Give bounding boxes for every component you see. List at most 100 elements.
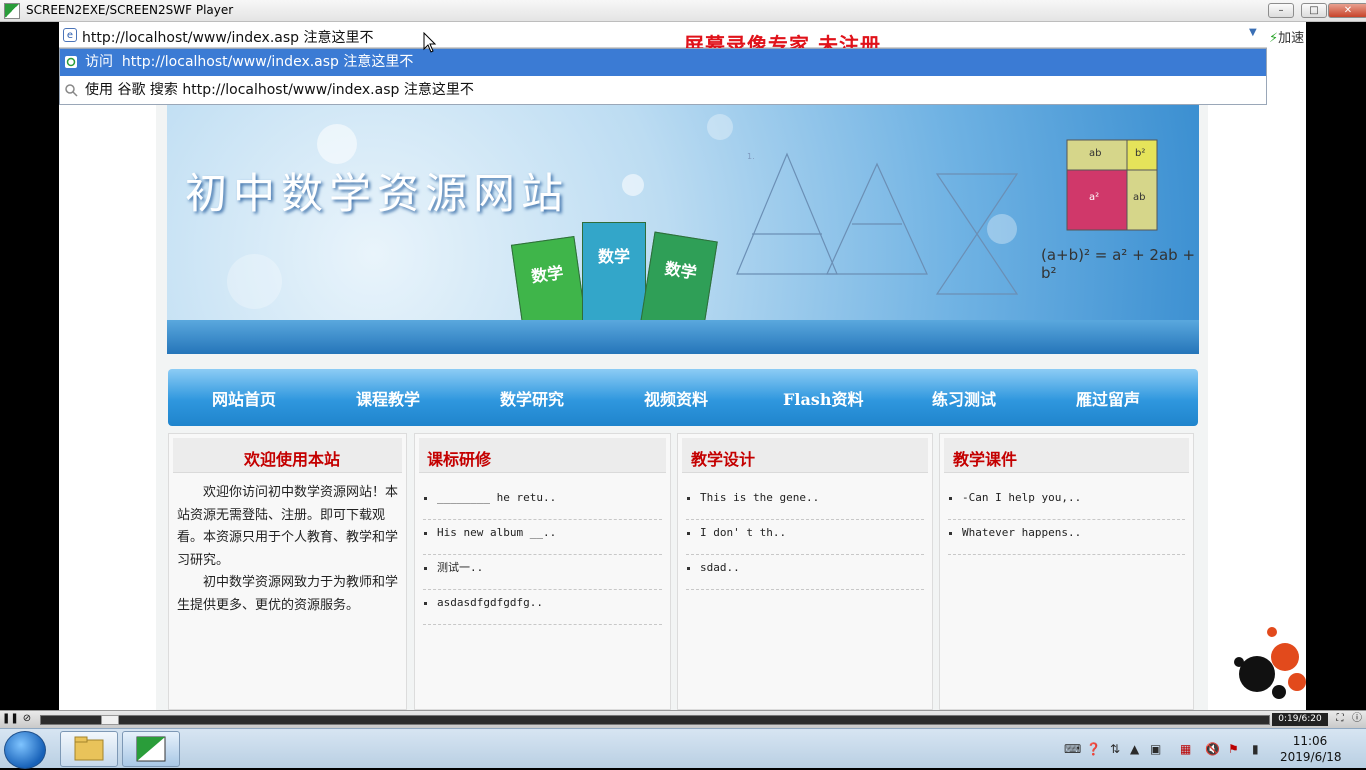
search-icon — [65, 84, 78, 97]
address-suggestions: 访问 http://localhost/www/index.asp 注意这里不 … — [59, 48, 1267, 105]
close-button[interactable]: ✕ — [1328, 3, 1366, 18]
ink-splat-decoration — [1234, 627, 1306, 699]
window-titlebar: SCREEN2EXE/SCREEN2SWF Player – □ ✕ — [0, 0, 1366, 22]
nav-flash[interactable]: Flash资料 — [783, 386, 863, 410]
list-item[interactable]: 测试一.. — [423, 556, 662, 590]
nav-guestbook[interactable]: 雁过留声 — [1076, 386, 1140, 410]
article-list: -Can I help you,.. Whatever happens.. — [948, 486, 1185, 556]
seek-thumb[interactable] — [101, 715, 119, 725]
nav-practice[interactable]: 练习测试 — [932, 386, 996, 410]
info-icon[interactable]: ⓘ — [1350, 712, 1364, 726]
screen2swf-icon — [136, 736, 166, 762]
list-item[interactable]: asdasdfgdfgdfg.. — [423, 591, 662, 625]
panel-title: 教学设计 — [691, 450, 756, 469]
chevron-down-icon[interactable]: ▼ — [1249, 27, 1263, 43]
welcome-paragraph: 欢迎你访问初中数学资源网站！本站资源无需登陆、注册。即可下载观看。本资源只用于个… — [177, 485, 399, 568]
start-button[interactable] — [4, 731, 46, 769]
design-panel: 教学设计 This is the gene.. I don' t th.. sd… — [677, 433, 933, 710]
banner-strip — [167, 320, 1199, 354]
nav-research[interactable]: 数学研究 — [500, 386, 564, 410]
panel-header: 课标研修 — [419, 438, 666, 473]
site-title: 初中数学资源网站 — [185, 169, 570, 218]
suggestion-prefix: 访问 — [85, 54, 113, 70]
article-list: This is the gene.. I don' t th.. sdad.. — [686, 486, 924, 591]
nav-home[interactable]: 网站首页 — [212, 386, 276, 410]
panel-header: 教学设计 — [682, 438, 928, 473]
seek-bar[interactable] — [40, 715, 1270, 725]
panel-title: 教学课件 — [953, 450, 1018, 469]
window-title: SCREEN2EXE/SCREEN2SWF Player — [26, 3, 234, 17]
taskbar: ⌨ ❓ ⇅ ▲ ▣ ▦ 🔇 ⚑ ▮ 11:06 2019/6/18 — [0, 728, 1366, 769]
playback-time: 0:19/6:20 — [1272, 713, 1328, 726]
nav-video[interactable]: 视频资料 — [644, 386, 708, 410]
maximize-button[interactable]: □ — [1301, 3, 1327, 18]
suggestion-url: http://localhost/www/index.asp 注意这里不 — [121, 54, 414, 70]
list-item[interactable]: I don' t th.. — [686, 521, 924, 555]
address-bar: e http://localhost/www/index.asp 注意这里不 ▼ — [59, 22, 1267, 48]
security-icon[interactable]: ▦ — [1180, 742, 1191, 756]
flag-icon[interactable]: ⚑ — [1228, 742, 1239, 756]
player-task-button[interactable] — [122, 731, 180, 767]
input-method-icon[interactable]: ⇅ — [1110, 742, 1120, 756]
box-label-ab: ab — [1089, 148, 1102, 159]
list-item[interactable]: His new album __.. — [423, 521, 662, 555]
svg-text:1.: 1. — [747, 152, 755, 161]
accelerate-label: 加速 — [1278, 31, 1305, 46]
clock[interactable]: 11:06 2019/6/18 — [1280, 733, 1342, 765]
list-item[interactable]: Whatever happens.. — [948, 521, 1185, 555]
courseware-panel: 教学课件 -Can I help you,.. Whatever happens… — [939, 433, 1194, 710]
folder-icon — [74, 736, 104, 761]
clock-time: 11:06 — [1292, 734, 1328, 748]
bubble-decoration — [227, 254, 282, 309]
speaker-muted-icon[interactable]: 🔇 — [1205, 742, 1220, 756]
player-controls: ❚❚ ⊘ 0:19/6:20 ⛶ ⓘ — [0, 710, 1366, 728]
panel-title: 课标研修 — [427, 450, 492, 469]
list-item[interactable]: -Can I help you,.. — [948, 486, 1185, 520]
list-item[interactable]: sdad.. — [686, 556, 924, 590]
main-nav: 网站首页 课程教学 数学研究 视频资料 Flash资料 练习测试 雁过留声 — [168, 369, 1198, 426]
signal-icon[interactable]: ▮ — [1252, 742, 1259, 756]
bubble-decoration — [622, 174, 644, 196]
help-icon[interactable]: ❓ — [1086, 742, 1101, 756]
app-icon — [4, 3, 20, 19]
accelerate-button[interactable]: ⚡加速 — [1269, 27, 1304, 46]
textbook: 数学 — [582, 222, 646, 329]
geometry-figures: 1. — [736, 152, 1019, 295]
suggestion-search[interactable]: 使用 谷歌 搜索 http://localhost/www/index.asp … — [60, 77, 1266, 104]
panel-header: 欢迎使用本站 — [173, 438, 402, 473]
panel-title: 欢迎使用本站 — [244, 450, 341, 469]
binomial-formula: (a+b)² = a² + 2ab + b² — [1041, 246, 1196, 282]
article-list: ________ he retu.. His new album __.. 测试… — [423, 486, 662, 626]
player-viewport: 初中数学资源网站 数学 数学 数学 1. ab b² a² ab (a+b)² … — [59, 22, 1306, 710]
bubble-decoration — [317, 124, 357, 164]
site-banner: 初中数学资源网站 数学 数学 数学 1. ab b² a² ab (a+b)² … — [167, 104, 1199, 354]
clock-date: 2019/6/18 — [1280, 750, 1342, 764]
binomial-square-figure: ab b² a² ab — [1057, 132, 1167, 244]
page-icon: e — [63, 28, 77, 42]
welcome-paragraph: 初中数学资源网致力于为教师和学生提供更多、更优的资源服务。 — [177, 575, 399, 613]
tray-expand-icon[interactable]: ▲ — [1130, 742, 1139, 756]
textbooks-image: 数学 数学 数学 — [510, 222, 718, 337]
list-item[interactable]: ________ he retu.. — [423, 486, 662, 520]
fullscreen-icon[interactable]: ⛶ — [1333, 712, 1347, 726]
box-label-ab2: ab — [1133, 192, 1146, 203]
volume-icon[interactable]: ⊘ — [20, 712, 34, 726]
textbook: 数学 — [640, 231, 718, 333]
nav-courses[interactable]: 课程教学 — [356, 386, 420, 410]
suggestion-visit[interactable]: 访问 http://localhost/www/index.asp 注意这里不 — [60, 49, 1266, 76]
welcome-text: 欢迎你访问初中数学资源网站！本站资源无需登陆、注册。即可下载观看。本资源只用于个… — [177, 482, 399, 617]
pause-icon[interactable]: ❚❚ — [2, 712, 19, 726]
panel-header: 教学课件 — [944, 438, 1189, 473]
network-device-icon[interactable]: ▣ — [1150, 742, 1161, 756]
keyboard-icon[interactable]: ⌨ — [1064, 742, 1081, 756]
list-item[interactable]: This is the gene.. — [686, 486, 924, 520]
curriculum-panel: 课标研修 ________ he retu.. His new album __… — [414, 433, 671, 710]
box-label-b2: b² — [1135, 148, 1146, 159]
minimize-button[interactable]: – — [1268, 3, 1294, 18]
suggestion-search-text: 使用 谷歌 搜索 http://localhost/www/index.asp … — [85, 82, 474, 98]
address-input[interactable]: http://localhost/www/index.asp 注意这里不 — [82, 27, 373, 47]
explorer-task-button[interactable] — [60, 731, 118, 767]
mouse-cursor-icon — [423, 32, 437, 53]
welcome-panel: 欢迎使用本站 欢迎你访问初中数学资源网站！本站资源无需登陆、注册。即可下载观看。… — [168, 433, 407, 710]
lightning-icon: ⚡ — [1269, 31, 1279, 46]
